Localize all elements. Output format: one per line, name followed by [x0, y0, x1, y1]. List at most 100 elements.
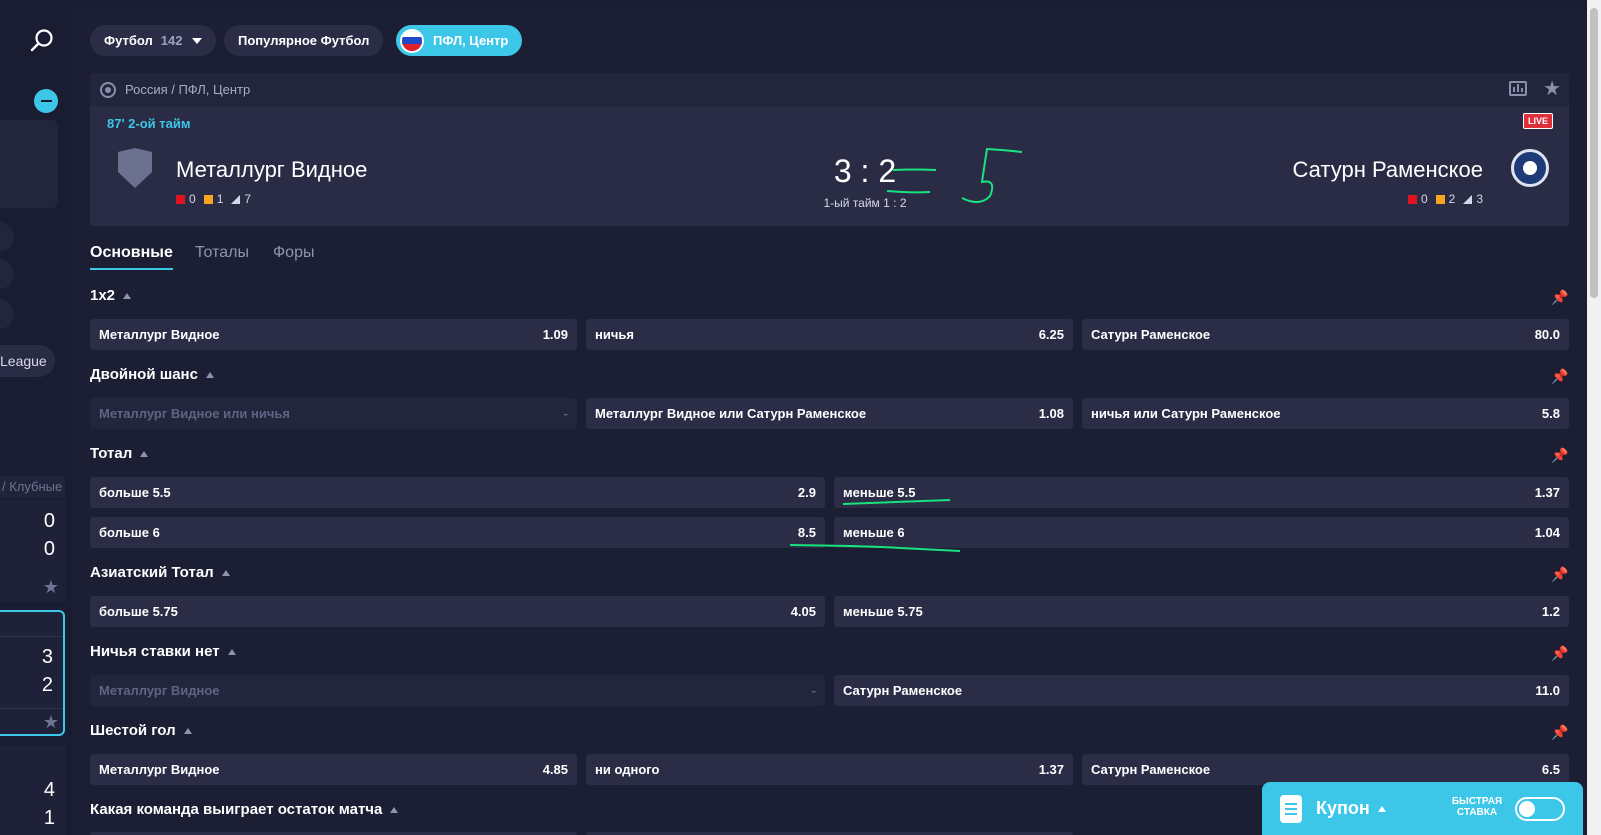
search-icon[interactable] [28, 26, 58, 56]
pin-icon[interactable]: 📌 [1551, 566, 1568, 582]
sidebar-away-score: 1 [43, 807, 55, 829]
market-title-asian-total[interactable]: Азиатский Тотал [90, 564, 230, 581]
market-title-draw-no-bet[interactable]: Ничья ставки нет [90, 643, 236, 660]
market-title-text: Какая команда выиграет остаток матча [90, 801, 383, 818]
stats-icon[interactable] [1509, 81, 1527, 96]
match-card: Россия / ПФЛ, Центр ★ 87' 2-ой тайм LIVE… [90, 73, 1569, 226]
away-corners: 3 [1476, 192, 1483, 206]
market-title-double-chance[interactable]: Двойной шанс [90, 366, 214, 383]
match-score: 3 : 2 [833, 153, 897, 189]
odd-button[interactable]: Металлург Видное 4.85 [90, 754, 577, 785]
corner-icon [231, 194, 241, 204]
corner-icon [1463, 194, 1473, 204]
collapse-triangle-icon [390, 806, 399, 813]
sport-filter-dropdown[interactable]: Футбол 142 [90, 25, 217, 56]
sidebar-away-score: 2 [41, 674, 53, 696]
football-icon [100, 81, 116, 98]
scoreboard: 87' 2-ой тайм LIVE Металлург Видное 0 1 … [90, 106, 1569, 226]
scrollbar[interactable] [1587, 0, 1601, 835]
sidebar-category-label: / Клубные [0, 476, 65, 498]
odd-button[interactable]: Металлург Видное или Сатурн Раменское 1.0… [586, 398, 1073, 429]
market-title-total[interactable]: Тотал [90, 445, 149, 462]
quick-bet-toggle[interactable] [1515, 797, 1565, 821]
sidebar-item-circle[interactable] [0, 222, 14, 252]
odd-button[interactable]: меньше 5.5 1.37 [834, 477, 1569, 508]
market-title-text: 1x2 [90, 287, 116, 304]
away-red-cards: 0 [1420, 192, 1428, 206]
pin-icon[interactable]: 📌 [1551, 645, 1568, 661]
pin-icon[interactable]: 📌 [1551, 368, 1568, 384]
red-card-icon [176, 194, 185, 204]
market-title-1x2[interactable]: 1x2 [90, 287, 132, 304]
sidebar-league-chip[interactable]: League [0, 345, 55, 377]
divider [0, 708, 63, 709]
away-yellow-cards: 2 [1448, 192, 1456, 206]
collapse-triangle-icon [227, 648, 236, 655]
market-title-text: Тотал [90, 445, 133, 462]
sport-filter-count: 142 [160, 33, 183, 48]
odd-button[interactable]: больше 5.5 2.9 [90, 477, 825, 508]
favorite-star-icon[interactable]: ★ [1543, 76, 1561, 101]
collapse-triangle-icon [183, 727, 192, 734]
odd-button[interactable]: Сатурн Раменское 6.5 [1082, 754, 1569, 785]
top-border [72, 0, 1587, 10]
odd-button[interactable]: ничья или Сатурн Раменское 5.8 [1082, 398, 1569, 429]
tab-handicaps[interactable]: Форы [273, 244, 314, 262]
sidebar-match-card-active[interactable]: 3 2 ★ [0, 610, 65, 736]
sidebar-item-circle[interactable] [0, 259, 14, 289]
odd-button[interactable]: меньше 5.75 1.2 [834, 596, 1569, 627]
odd-button[interactable]: меньше 6 1.04 [834, 517, 1569, 548]
pin-icon[interactable]: 📌 [1551, 724, 1568, 740]
away-team-stats: 0 2 3 [1407, 192, 1483, 206]
match-card-header: Россия / ПФЛ, Центр ★ [90, 73, 1569, 106]
star-icon[interactable]: ★ [43, 712, 59, 733]
market-title-rest-of-match[interactable]: Какая команда выиграет остаток матча [90, 801, 399, 818]
scrollbar-thumb[interactable] [1590, 8, 1598, 298]
star-icon[interactable]: ★ [43, 577, 59, 598]
sidebar-match-card[interactable]: 0 0 [0, 500, 65, 574]
odd-button[interactable]: ничья 6.25 [586, 319, 1073, 350]
sidebar-home-score: 3 [41, 646, 53, 668]
away-team-name: Сатурн Раменское [1292, 157, 1484, 182]
sidebar-match-card[interactable]: 4 1 [0, 745, 65, 835]
sidebar-home-score: 4 [43, 779, 55, 801]
coupon-panel[interactable]: Купон БЫСТРАЯ СТАВКА [1262, 782, 1583, 835]
red-card-icon [1407, 194, 1417, 204]
live-time: 87' 2-ой тайм [107, 116, 191, 131]
odd-button[interactable]: Металлург Видное 1.09 [90, 319, 577, 350]
yellow-card-icon [203, 194, 213, 204]
left-sidebar: League / Клубные 0 0 ★ 3 2 ★ 4 1 [0, 0, 72, 835]
odd-button[interactable]: ни одного 1.37 [586, 754, 1073, 785]
collapse-triangle-icon [140, 450, 149, 457]
away-team-logo [1511, 149, 1549, 187]
odd-button[interactable]: больше 5.75 4.05 [90, 596, 825, 627]
home-team-logo [118, 148, 152, 188]
sidebar-home-score: 0 [43, 510, 55, 532]
market-title-text: Ничья ставки нет [90, 643, 220, 660]
sport-filter-label: Футбол [104, 33, 153, 48]
quick-bet-label: БЫСТРАЯ СТАВКА [1451, 796, 1503, 818]
sidebar-card-footer: ★ [0, 574, 65, 602]
odd-button[interactable]: Сатурн Раменское 80.0 [1082, 319, 1569, 350]
odd-button[interactable]: Сатурн Раменское 11.0 [834, 675, 1569, 706]
sidebar-panel [0, 120, 58, 208]
odd-button-disabled: Металлург Видное - [90, 675, 825, 706]
home-yellow-cards: 1 [216, 192, 224, 206]
divider [0, 636, 63, 637]
collapse-icon[interactable] [34, 89, 58, 113]
tab-totals[interactable]: Тоталы [195, 244, 249, 262]
home-red-cards: 0 [189, 192, 196, 206]
league-filter-label: ПФЛ, Центр [433, 33, 509, 48]
yellow-card-icon [1435, 194, 1445, 204]
tab-main[interactable]: Основные [90, 244, 173, 270]
popular-filter-button[interactable]: Популярное Футбол [224, 25, 384, 56]
collapse-triangle-icon [123, 292, 132, 299]
collapse-triangle-icon [205, 371, 214, 378]
market-title-sixth-goal[interactable]: Шестой гол [90, 722, 192, 739]
breadcrumb[interactable]: Россия / ПФЛ, Центр [125, 82, 250, 97]
odd-button[interactable]: больше 6 8.5 [90, 517, 825, 548]
league-filter-button[interactable]: ПФЛ, Центр [396, 25, 523, 56]
sidebar-item-circle[interactable] [0, 299, 14, 329]
pin-icon[interactable]: 📌 [1551, 289, 1568, 305]
pin-icon[interactable]: 📌 [1551, 447, 1568, 463]
